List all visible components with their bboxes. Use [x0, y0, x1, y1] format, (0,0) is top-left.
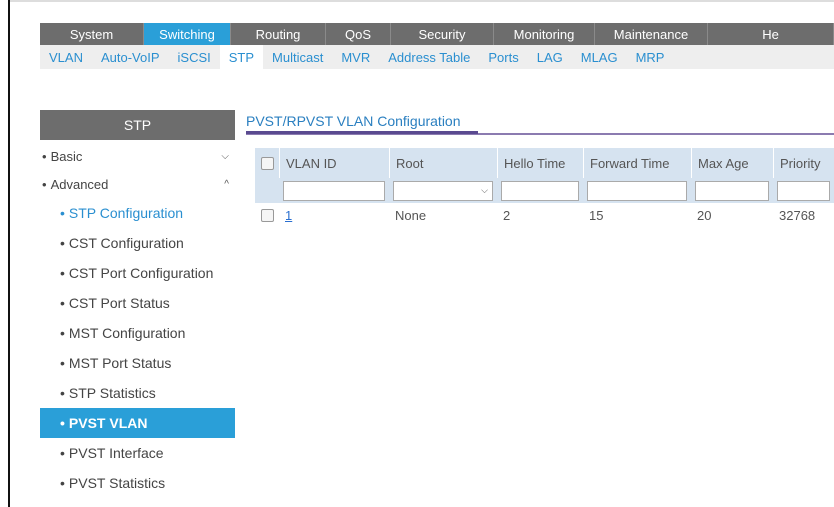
nav-tab-system[interactable]: System [40, 23, 144, 45]
cell-hello-time: 2 [503, 208, 511, 223]
page-title: PVST/RPVST VLAN Configuration [246, 113, 461, 129]
filter-hello-time-input[interactable] [501, 180, 579, 201]
window-left-border [8, 0, 10, 507]
filter-priority-cell [773, 180, 834, 201]
sidebar-title: STP [40, 110, 235, 140]
filter-priority-input[interactable] [777, 180, 830, 201]
filter-vlan-id-input[interactable] [283, 180, 385, 201]
sidebar-item-cst-port-configuration[interactable]: • CST Port Configuration [40, 258, 235, 288]
select-all-checkbox[interactable] [260, 156, 274, 170]
subnav-auto-voip[interactable]: Auto-VoIP [92, 45, 169, 69]
column-header-vlan-id[interactable]: VLAN ID [279, 148, 389, 178]
cell-vlan-id: 1 [279, 208, 389, 223]
subnav-multicast[interactable]: Multicast [263, 45, 332, 69]
filter-max-age-cell [691, 180, 773, 201]
nav-tab-routing[interactable]: Routing [231, 23, 326, 45]
sidebar-item-pvst-statistics[interactable]: • PVST Statistics [40, 468, 235, 498]
sidebar-item-stp-configuration[interactable]: • STP Configuration [40, 198, 235, 228]
filter-vlan-id-cell [279, 180, 389, 201]
sidebar-item-pvst-interface[interactable]: • PVST Interface [40, 438, 235, 468]
subnav-mvr[interactable]: MVR [332, 45, 379, 69]
cell-root: None [395, 208, 427, 223]
column-header-hello-time[interactable]: Hello Time [497, 148, 583, 178]
filter-hello-time-cell [497, 180, 583, 201]
filter-root-select[interactable]: ⌵ [393, 180, 493, 201]
pvst-vlan-table: VLAN ID Root Hello Time Forward Time Max… [255, 148, 834, 228]
title-underline [246, 131, 478, 134]
sidebar-item-cst-port-status[interactable]: • CST Port Status [40, 288, 235, 318]
cell-forward-time: 15 [589, 208, 604, 223]
filter-max-age-input[interactable] [695, 180, 769, 201]
subnav-stp[interactable]: STP [219, 45, 264, 69]
cell-priority: 32768 [779, 208, 816, 223]
column-header-root[interactable]: Root [389, 148, 497, 178]
nav-tab-switching[interactable]: Switching [144, 23, 231, 45]
filter-root-cell: ⌵ [389, 180, 497, 201]
window-top-border [8, 0, 834, 2]
subnav-mrp[interactable]: MRP [627, 45, 674, 69]
sidebar-item-mst-port-status[interactable]: • MST Port Status [40, 348, 235, 378]
nav-tab-maintenance[interactable]: Maintenance [595, 23, 708, 45]
nav-tab-monitoring[interactable]: Monitoring [494, 23, 595, 45]
nav-tab-security[interactable]: Security [391, 23, 494, 45]
vlan-id-link[interactable]: 1 [285, 208, 292, 223]
sidebar-item-mst-configuration[interactable]: • MST Configuration [40, 318, 235, 348]
subnav-vlan[interactable]: VLAN [40, 45, 92, 69]
subnav-mlag[interactable]: MLAG [572, 45, 627, 69]
table-row: 1 None 2 15 20 32768 [255, 203, 834, 228]
subnav-ports[interactable]: Ports [479, 45, 527, 69]
chevron-up-icon: ^ [224, 178, 229, 190]
column-header-forward-time[interactable]: Forward Time [583, 148, 691, 178]
table-header: VLAN ID Root Hello Time Forward Time Max… [255, 148, 834, 178]
column-header-priority[interactable]: Priority [773, 148, 834, 178]
main-nav: System Switching Routing QoS Security Mo… [40, 23, 834, 45]
sidebar-item-pvst-vlan[interactable]: • PVST VLAN [40, 408, 235, 438]
sidebar-item-stp-statistics[interactable]: • STP Statistics [40, 378, 235, 408]
filter-forward-time-input[interactable] [587, 180, 687, 201]
sidebar-group-label: • Advanced [42, 176, 109, 192]
filter-row: ⌵ [255, 178, 834, 203]
subnav-address-table[interactable]: Address Table [379, 45, 479, 69]
sidebar-group-advanced[interactable]: • Advanced ^ [40, 170, 235, 198]
nav-tab-qos[interactable]: QoS [326, 23, 391, 45]
chevron-down-icon: ⌵ [481, 185, 488, 195]
row-checkbox[interactable] [260, 209, 274, 222]
chevron-down-icon: ⌵ [221, 150, 229, 162]
subnav-lag[interactable]: LAG [528, 45, 572, 69]
select-all-cell [255, 148, 279, 178]
subnav-iscsi[interactable]: iSCSI [169, 45, 220, 69]
sidebar-group-basic[interactable]: • Basic ⌵ [40, 142, 235, 170]
sidebar-group-label: • Basic [42, 148, 83, 164]
filter-forward-time-cell [583, 180, 691, 201]
sub-nav: VLAN Auto-VoIP iSCSI STP Multicast MVR A… [40, 45, 834, 69]
sidebar: • Basic ⌵ • Advanced ^ • STP Configuration … [40, 142, 235, 498]
column-header-max-age[interactable]: Max Age [691, 148, 773, 178]
cell-max-age: 20 [697, 208, 712, 223]
row-select-cell [255, 209, 279, 222]
nav-tab-help[interactable]: He [708, 23, 834, 45]
sidebar-item-cst-configuration[interactable]: • CST Configuration [40, 228, 235, 258]
